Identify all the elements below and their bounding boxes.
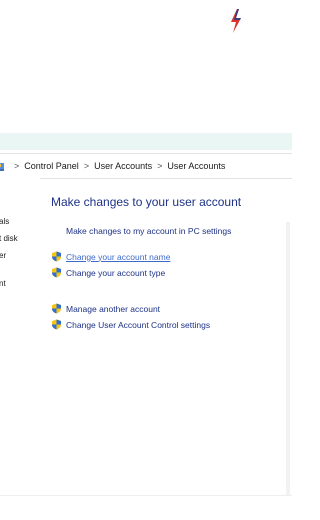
- change-account-type-row[interactable]: Change your account type: [51, 267, 165, 278]
- breadcrumb-user-accounts[interactable]: User Accounts: [94, 161, 152, 171]
- left-pane-item[interactable]: t disk: [0, 234, 18, 243]
- change-account-type-link[interactable]: Change your account type: [66, 268, 165, 278]
- control-panel-icon: [0, 162, 4, 171]
- uac-settings-link[interactable]: Change User Account Control settings: [66, 320, 210, 330]
- uac-shield-icon: [52, 267, 61, 278]
- breadcrumb-separator: >: [14, 161, 20, 171]
- left-pane-item[interactable]: nt: [0, 279, 6, 288]
- manage-another-account-row[interactable]: Manage another account: [51, 303, 160, 314]
- breadcrumb-user-accounts-current[interactable]: User Accounts: [167, 161, 225, 171]
- ribbon-band: [0, 133, 292, 150]
- manage-another-account-link[interactable]: Manage another account: [66, 304, 160, 314]
- pc-settings-link[interactable]: Make changes to my account in PC setting…: [66, 226, 231, 236]
- uac-shield-icon: [52, 319, 61, 330]
- divider: [0, 495, 292, 496]
- uac-shield-icon: [52, 303, 61, 314]
- page-title: Make changes to your user account: [51, 195, 242, 209]
- left-navigation-pane: als t disk er nt: [0, 178, 40, 520]
- vertical-scrollbar[interactable]: [286, 222, 290, 495]
- left-pane-item[interactable]: als: [0, 217, 9, 226]
- breadcrumb-separator: >: [157, 161, 163, 171]
- change-account-name-row[interactable]: Change your account name: [51, 251, 170, 262]
- uac-settings-row[interactable]: Change User Account Control settings: [51, 319, 210, 330]
- breadcrumb-control-panel[interactable]: Control Panel: [24, 161, 79, 171]
- breadcrumb-separator: >: [83, 161, 90, 171]
- uac-shield-icon: [52, 251, 61, 262]
- lightning-icon: [231, 9, 241, 33]
- watermark-logo: [229, 8, 287, 34]
- address-bar[interactable]: > Control Panel > User Accounts > User A…: [0, 153, 292, 179]
- change-account-name-link[interactable]: Change your account name: [66, 252, 170, 262]
- left-pane-item[interactable]: er: [0, 251, 6, 260]
